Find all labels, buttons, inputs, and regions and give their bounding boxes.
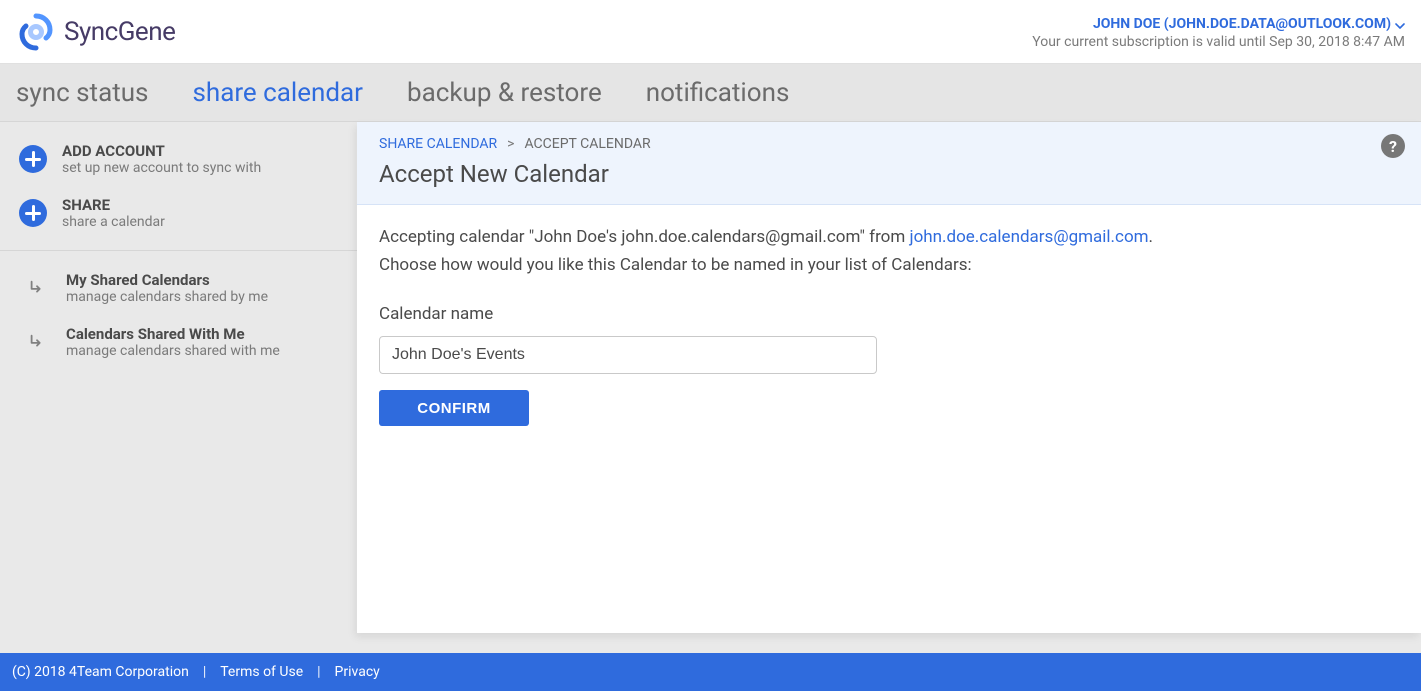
- brand-logo[interactable]: SyncGene: [16, 12, 175, 52]
- tab-backup-restore[interactable]: backup & restore: [407, 64, 602, 121]
- breadcrumb: SHARE CALENDAR > ACCEPT CALENDAR: [379, 136, 1399, 152]
- logo-icon: [16, 12, 56, 52]
- plus-icon: [18, 144, 48, 174]
- footer-separator: |: [317, 664, 320, 680]
- content: SHARE CALENDAR > ACCEPT CALENDAR Accept …: [357, 122, 1421, 653]
- header: SyncGene JOHN DOE (JOHN.DOE.DATA@OUTLOOK…: [0, 0, 1421, 64]
- sidebar-item-add-account[interactable]: ADD ACCOUNT set up new account to sync w…: [0, 132, 357, 186]
- tab-sync-status[interactable]: sync status: [16, 64, 148, 121]
- sender-email-link[interactable]: john.doe.calendars@gmail.com: [910, 227, 1149, 247]
- sidebar-group-actions: ADD ACCOUNT set up new account to sync w…: [0, 122, 357, 251]
- page-title: Accept New Calendar: [379, 160, 1399, 188]
- breadcrumb-parent-link[interactable]: SHARE CALENDAR: [379, 136, 497, 152]
- footer-copyright[interactable]: (C) 2018 4Team Corporation: [12, 664, 189, 680]
- panel-head: SHARE CALENDAR > ACCEPT CALENDAR Accept …: [357, 122, 1421, 205]
- tab-notifications[interactable]: notifications: [646, 64, 790, 121]
- footer-separator: |: [203, 664, 206, 680]
- sub-arrow-icon: [22, 327, 52, 357]
- sidebar-item-sub: share a calendar: [62, 214, 165, 230]
- sidebar-item-title: My Shared Calendars: [66, 271, 268, 289]
- user-account-label: JOHN DOE (JOHN.DOE.DATA@OUTLOOK.COM): [1093, 16, 1391, 32]
- sidebar: ADD ACCOUNT set up new account to sync w…: [0, 122, 357, 653]
- sidebar-item-title: ADD ACCOUNT: [62, 142, 261, 160]
- brand-name: SyncGene: [64, 17, 175, 47]
- panel: SHARE CALENDAR > ACCEPT CALENDAR Accept …: [357, 122, 1421, 633]
- sidebar-item-sub: manage calendars shared with me: [66, 343, 280, 359]
- footer-terms-link[interactable]: Terms of Use: [220, 664, 303, 680]
- calendar-name-input[interactable]: [379, 336, 877, 374]
- panel-body: Accepting calendar "John Doe's john.doe.…: [357, 205, 1421, 446]
- calendar-name-label: Calendar name: [379, 304, 1399, 324]
- sidebar-group-calendars: My Shared Calendars manage calendars sha…: [0, 251, 357, 379]
- sub-arrow-icon: [22, 273, 52, 303]
- accept-message-line2: Choose how would you like this Calendar …: [379, 253, 1399, 279]
- tabbar: sync status share calendar backup & rest…: [0, 64, 1421, 122]
- subscription-status: Your current subscription is valid until…: [1032, 34, 1405, 50]
- accept-message-line1: Accepting calendar "John Doe's john.doe.…: [379, 225, 1399, 251]
- footer-privacy-link[interactable]: Privacy: [335, 664, 380, 680]
- chevron-down-icon: [1395, 19, 1405, 29]
- sidebar-item-shared-with-me[interactable]: Calendars Shared With Me manage calendar…: [0, 315, 357, 369]
- sidebar-item-title: SHARE: [62, 196, 165, 214]
- sidebar-item-sub: set up new account to sync with: [62, 160, 261, 176]
- accept-message-suffix: .: [1149, 227, 1153, 247]
- sidebar-item-share[interactable]: SHARE share a calendar: [0, 186, 357, 240]
- header-right: JOHN DOE (JOHN.DOE.DATA@OUTLOOK.COM) You…: [1032, 13, 1405, 50]
- user-account-menu[interactable]: JOHN DOE (JOHN.DOE.DATA@OUTLOOK.COM): [1093, 16, 1405, 32]
- sidebar-item-my-shared[interactable]: My Shared Calendars manage calendars sha…: [0, 261, 357, 315]
- plus-icon: [18, 198, 48, 228]
- breadcrumb-separator: >: [507, 136, 514, 152]
- breadcrumb-current: ACCEPT CALENDAR: [524, 136, 650, 152]
- sidebar-item-title: Calendars Shared With Me: [66, 325, 280, 343]
- footer: (C) 2018 4Team Corporation | Terms of Us…: [0, 653, 1421, 691]
- help-icon[interactable]: ?: [1381, 134, 1405, 158]
- confirm-button[interactable]: CONFIRM: [379, 390, 529, 426]
- sidebar-item-sub: manage calendars shared by me: [66, 289, 268, 305]
- accept-message-prefix: Accepting calendar "John Doe's john.doe.…: [379, 227, 910, 247]
- main: ADD ACCOUNT set up new account to sync w…: [0, 122, 1421, 653]
- tab-share-calendar[interactable]: share calendar: [192, 64, 363, 121]
